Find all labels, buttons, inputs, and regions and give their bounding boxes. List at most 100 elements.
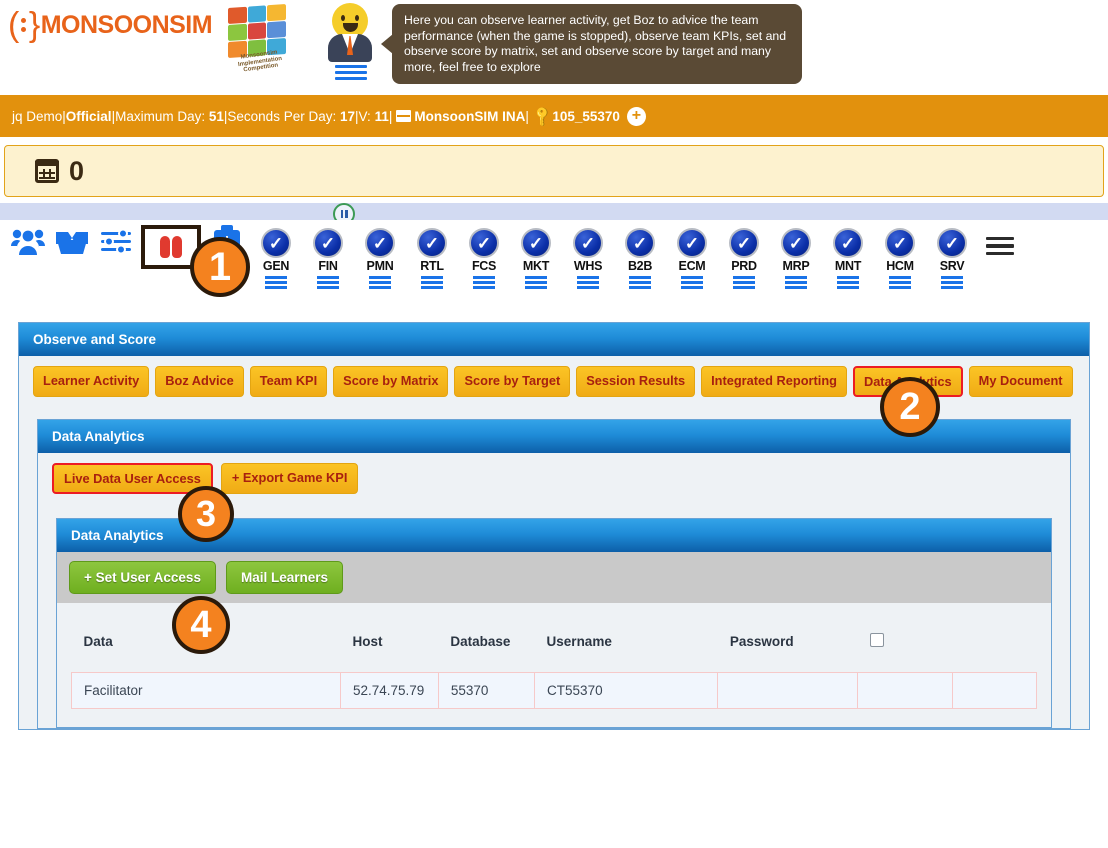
module-menu-icon[interactable] — [926, 276, 978, 289]
col-header-username[interactable]: Username — [534, 603, 718, 673]
max-day-value: 51 — [208, 108, 224, 124]
learners-icon[interactable] — [6, 228, 50, 261]
module-menu-icon[interactable] — [562, 276, 614, 289]
col-header-database[interactable]: Database — [438, 603, 535, 673]
live-data-user-access-button[interactable]: Live Data User Access — [52, 463, 213, 494]
module-label: MRP — [782, 259, 810, 273]
module-label: B2B — [627, 259, 653, 273]
col-header-host[interactable]: Host — [340, 603, 439, 673]
cell-select[interactable] — [857, 672, 953, 709]
module-menu-icon[interactable] — [770, 276, 822, 289]
sep-6: | — [525, 108, 529, 124]
check-icon: ✓ — [365, 228, 395, 258]
tab-score-by-target[interactable]: Score by Target — [454, 366, 571, 397]
day-counter-bar: 0 — [4, 145, 1104, 197]
module-menu-icon[interactable] — [510, 276, 562, 289]
module-b2b[interactable]: ✓ B2B — [614, 228, 666, 292]
table-body: Facilitator 52.74.75.79 55370 CT55370 — [71, 672, 1038, 709]
toolbar-menu-icon[interactable] — [986, 237, 1014, 259]
module-menu-icon[interactable] — [250, 276, 302, 289]
check-icon: ✓ — [625, 228, 655, 258]
boz-avatar[interactable] — [328, 3, 372, 81]
session-mode: Official — [65, 108, 112, 124]
check-icon: ✓ — [521, 228, 551, 258]
server-name: MonsoonSIM INA — [414, 108, 526, 124]
help-tooltip-text: Here you can observe learner activity, g… — [404, 13, 787, 74]
export-game-kpi-button[interactable]: + Export Game KPI — [220, 463, 359, 494]
module-menu-icon[interactable] — [874, 276, 926, 289]
tab-session-results[interactable]: Session Results — [576, 366, 696, 397]
max-day-label: Maximum Day: — [115, 108, 206, 124]
module-srv[interactable]: ✓ SRV — [926, 228, 978, 292]
main-content: Observe and Score Learner Activity Boz A… — [0, 316, 1108, 730]
logo-right-brace: } — [28, 6, 40, 44]
seconds-per-day-label: Seconds Per Day: — [227, 108, 337, 124]
tab-integrated-reporting[interactable]: Integrated Reporting — [701, 366, 847, 397]
module-menu-icon[interactable] — [822, 276, 874, 289]
tab-team-kpi[interactable]: Team KPI — [249, 366, 328, 397]
package-icon[interactable] — [50, 228, 94, 261]
calendar-icon — [35, 159, 59, 183]
module-fcs[interactable]: ✓ FCS — [458, 228, 510, 292]
module-label: PMN — [366, 259, 394, 273]
cell-host: 52.74.75.79 — [339, 672, 439, 709]
module-mrp[interactable]: ✓ MRP — [770, 228, 822, 292]
check-icon: ✓ — [417, 228, 447, 258]
data-analytics-panel: Data Analytics Live Data User Access + E… — [37, 419, 1071, 729]
check-icon: ✓ — [313, 228, 343, 258]
module-pmn[interactable]: ✓ PMN — [354, 228, 406, 292]
col-header-spacer — [952, 603, 1037, 673]
check-icon: ✓ — [469, 228, 499, 258]
module-menu-icon[interactable] — [614, 276, 666, 289]
module-mkt[interactable]: ✓ MKT — [510, 228, 562, 292]
check-icon: ✓ — [677, 228, 707, 258]
module-prd[interactable]: ✓ PRD — [718, 228, 770, 292]
key-icon: 🔑 — [530, 103, 555, 128]
day-counter-wrap: 0 — [0, 137, 1108, 203]
check-icon: ✓ — [937, 228, 967, 258]
module-menu-icon[interactable] — [354, 276, 406, 289]
table-row[interactable]: Facilitator 52.74.75.79 55370 CT55370 — [71, 672, 1038, 709]
module-ecm[interactable]: ✓ ECM — [666, 228, 718, 292]
check-icon: ✓ — [781, 228, 811, 258]
check-icon: ✓ — [885, 228, 915, 258]
cell-username: CT55370 — [534, 672, 719, 709]
module-rtl[interactable]: ✓ RTL — [406, 228, 458, 292]
col-header-password[interactable]: Password — [717, 603, 858, 673]
module-menu-icon[interactable] — [302, 276, 354, 289]
check-icon: ✓ — [833, 228, 863, 258]
module-hcm[interactable]: ✓ HCM — [874, 228, 926, 292]
avatar-menu-icon[interactable] — [335, 65, 367, 83]
tab-boz-advice[interactable]: Boz Advice — [155, 366, 244, 397]
module-menu-icon[interactable] — [718, 276, 770, 289]
module-label: PRD — [731, 259, 757, 273]
module-label: MNT — [834, 259, 862, 273]
module-menu-icon[interactable] — [666, 276, 718, 289]
module-menu-icon[interactable] — [458, 276, 510, 289]
module-menu-icon[interactable] — [406, 276, 458, 289]
tab-score-by-matrix[interactable]: Score by Matrix — [333, 366, 449, 397]
select-all-checkbox[interactable] — [869, 633, 884, 647]
step-badge-3: 3 — [178, 486, 234, 542]
step-badge-4: 4 — [172, 596, 230, 654]
monsoonsim-logo[interactable]: ( } MONSOONSIM — [8, 6, 213, 44]
module-fin[interactable]: ✓ FIN — [302, 228, 354, 292]
module-whs[interactable]: ✓ WHS — [562, 228, 614, 292]
module-label: HCM — [886, 259, 914, 273]
top-brand-bar: ( } MONSOONSIM Monsoonsim Implementation… — [0, 0, 1108, 95]
add-session-button[interactable]: + — [626, 106, 646, 126]
set-user-access-button[interactable]: + Set User Access — [69, 561, 216, 594]
inner-action-toolbar: + Set User Access Mail Learners — [57, 552, 1051, 603]
settings-icon[interactable] — [94, 228, 138, 261]
module-gen[interactable]: ✓ GEN — [250, 228, 302, 292]
mail-learners-button[interactable]: Mail Learners — [225, 561, 343, 594]
cell-database: 55370 — [437, 672, 536, 709]
tab-my-document[interactable]: My Document — [968, 366, 1073, 397]
module-label: SRV — [939, 259, 965, 273]
logo-wordmark: MONSOONSIM — [40, 10, 213, 39]
module-mnt[interactable]: ✓ MNT — [822, 228, 874, 292]
version-value: 11 — [374, 108, 389, 124]
seconds-per-day-value: 17 — [339, 108, 356, 124]
tab-learner-activity[interactable]: Learner Activity — [33, 366, 150, 397]
module-label: RTL — [420, 259, 444, 273]
